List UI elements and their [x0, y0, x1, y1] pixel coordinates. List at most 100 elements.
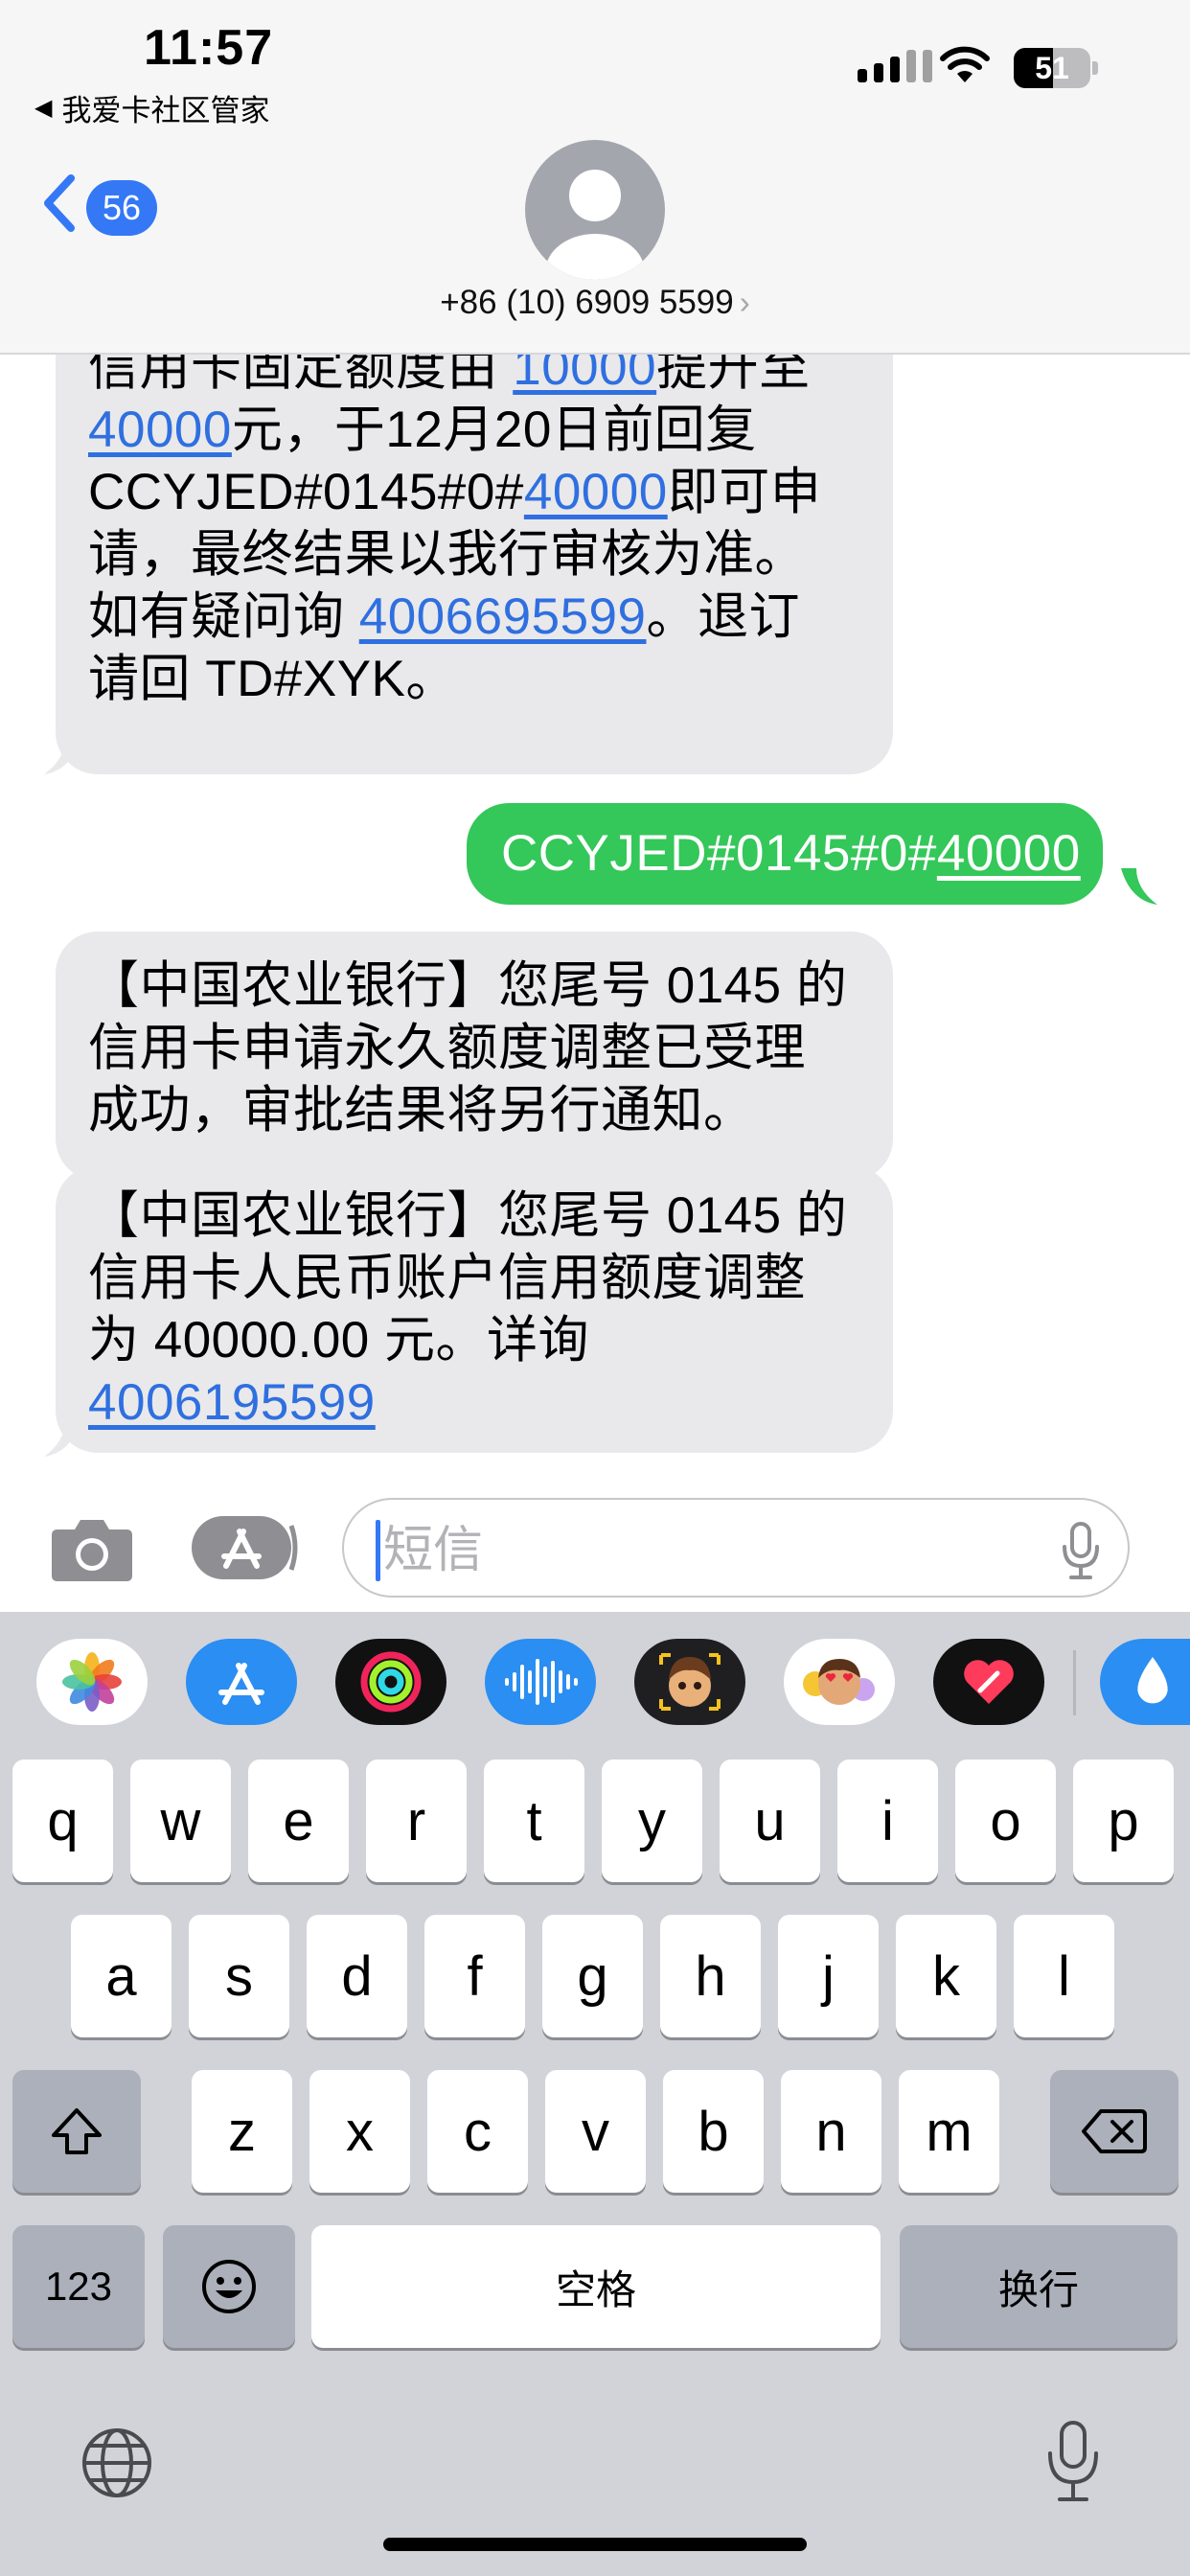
- globe-icon[interactable]: [79, 2425, 155, 2501]
- app-strip-divider: [1073, 1650, 1076, 1715]
- message-input-placeholder: 短信: [383, 1523, 484, 1578]
- key-c[interactable]: c: [427, 2070, 528, 2193]
- key-f[interactable]: f: [424, 1915, 525, 2037]
- battery-level: 51: [1035, 51, 1069, 85]
- key-u[interactable]: u: [720, 1760, 820, 1882]
- emoji-face-icon: [202, 2260, 256, 2313]
- key-n[interactable]: n: [781, 2070, 881, 2193]
- back-triangle-icon: ◀: [34, 95, 53, 121]
- key-i[interactable]: i: [837, 1760, 938, 1882]
- key-v[interactable]: v: [545, 2070, 646, 2193]
- message-text: 【中国农业银行】您尾号 0145 的: [88, 1187, 848, 1244]
- emoji-key[interactable]: [163, 2225, 295, 2348]
- key-r[interactable]: r: [366, 1760, 467, 1882]
- key-x[interactable]: x: [309, 2070, 410, 2193]
- message-line: 4006195599: [88, 1371, 860, 1434]
- key-k[interactable]: k: [896, 1915, 996, 2037]
- message-bubble-received[interactable]: 【中国农业银行】您尾号 0145 的信用卡申请永久额度调整已受理 成功，审批结果将…: [56, 932, 893, 1181]
- dictation-mic-icon[interactable]: [1062, 1522, 1100, 1581]
- key-t[interactable]: t: [484, 1760, 584, 1882]
- message-line: 信用卡人民币账户信用额度调整: [88, 1247, 860, 1309]
- message-line: 成功，审批结果将另行通知。: [88, 1079, 860, 1141]
- message-body: 尊敬的客户，您可将尾号 0145 的信用卡固定额度由 10000提升至40000…: [88, 295, 860, 710]
- key-q[interactable]: q: [12, 1760, 113, 1882]
- shift-arrow-icon: [52, 2108, 102, 2154]
- shift-key[interactable]: [12, 2070, 141, 2193]
- water-drop-icon[interactable]: [1100, 1639, 1190, 1725]
- message-text: 请回 TD#XYK。: [88, 651, 457, 707]
- key-j[interactable]: j: [778, 1915, 879, 2037]
- message-text: CCYJED#0145#0#: [88, 464, 524, 520]
- message-link[interactable]: 4006695599: [359, 588, 647, 645]
- keyboard-mic-icon[interactable]: [1044, 2419, 1102, 2505]
- key-y[interactable]: y: [602, 1760, 702, 1882]
- unread-count-badge[interactable]: 56: [86, 180, 157, 236]
- message-line: 为 40000.00 元。详询: [88, 1309, 860, 1371]
- message-text: 为 40000.00 元。详询: [88, 1312, 590, 1368]
- backspace-icon: [1082, 2109, 1147, 2153]
- space-key[interactable]: 空格: [311, 2225, 881, 2348]
- key-o[interactable]: o: [955, 1760, 1056, 1882]
- key-b[interactable]: b: [663, 2070, 764, 2193]
- message-text: 请，最终结果以我行审核为准。: [88, 526, 806, 583]
- key-g[interactable]: g: [542, 1915, 643, 2037]
- app-store-button-icon[interactable]: [192, 1514, 299, 1583]
- message-text: 信用卡人民币账户信用额度调整: [88, 1250, 806, 1306]
- memoji-icon[interactable]: [634, 1639, 745, 1725]
- message-bubble-sent[interactable]: CCYJED#0145#0#40000: [467, 803, 1103, 905]
- message-line: 【中国农业银行】您尾号 0145 的: [88, 954, 860, 1017]
- key-h[interactable]: h: [660, 1915, 761, 2037]
- status-time: 11:57: [144, 20, 274, 76]
- key-p[interactable]: p: [1073, 1760, 1174, 1882]
- bubble-tail: [1121, 868, 1157, 905]
- message-text: CCYJED#0145#0#: [501, 825, 937, 882]
- app-store-icon[interactable]: [186, 1639, 297, 1725]
- voice-memo-icon[interactable]: [485, 1639, 596, 1725]
- message-text: 。退订: [646, 588, 800, 645]
- message-text: 即可申: [667, 464, 822, 520]
- key-z[interactable]: z: [192, 2070, 292, 2193]
- message-line: CCYJED#0145#0#40000: [501, 803, 1103, 905]
- contact-avatar[interactable]: [525, 140, 665, 280]
- key-d[interactable]: d: [307, 1915, 407, 2037]
- camera-icon[interactable]: [48, 1514, 136, 1583]
- message-line: 信用卡申请永久额度调整已受理: [88, 1017, 860, 1079]
- delete-key[interactable]: [1050, 2070, 1179, 2193]
- message-text: 【中国农业银行】您尾号 0145 的: [88, 957, 848, 1014]
- back-chevron-icon[interactable]: [40, 174, 79, 232]
- message-text: 成功，审批结果将另行通知。: [88, 1082, 755, 1138]
- key-m[interactable]: m: [899, 2070, 999, 2193]
- message-line: 【中国农业银行】您尾号 0145 的: [88, 1184, 860, 1247]
- cellular-signal-icon: [858, 50, 932, 82]
- memoji-stickers-icon[interactable]: [784, 1639, 895, 1725]
- message-link[interactable]: 4006195599: [88, 1374, 376, 1431]
- bubble-tail: [44, 738, 80, 774]
- message-text: 元，于12月20日前回复: [231, 402, 757, 458]
- message-bubble-received[interactable]: 【中国农业银行】您尾号 0145 的信用卡人民币账户信用额度调整为 40000.…: [56, 1165, 893, 1453]
- bubble-tail: [44, 1420, 80, 1457]
- photos-icon[interactable]: [36, 1639, 148, 1725]
- key-l[interactable]: l: [1014, 1915, 1114, 2037]
- message-link[interactable]: 40000: [524, 464, 668, 520]
- home-indicator: [383, 2538, 807, 2551]
- return-key[interactable]: 换行: [900, 2225, 1178, 2348]
- key-e[interactable]: e: [248, 1760, 349, 1882]
- key-s[interactable]: s: [189, 1915, 289, 2037]
- fitness-icon[interactable]: [335, 1639, 446, 1725]
- message-line: 请回 TD#XYK。: [88, 648, 860, 710]
- message-link[interactable]: 40000: [88, 402, 232, 458]
- contact-name[interactable]: +86 (10) 6909 5599 ›: [0, 284, 1190, 322]
- message-line: CCYJED#0145#0#40000即可申: [88, 461, 860, 523]
- back-app-label: 我爱卡社区管家: [61, 94, 270, 127]
- numbers-key[interactable]: 123: [12, 2225, 145, 2348]
- digital-touch-icon[interactable]: [933, 1639, 1044, 1725]
- back-to-app-link[interactable]: ◀ 我爱卡社区管家: [34, 86, 269, 129]
- message-bubble-received[interactable]: 尊敬的客户，您可将尾号 0145 的信用卡固定额度由 10000提升至40000…: [56, 295, 893, 774]
- key-w[interactable]: w: [130, 1760, 231, 1882]
- message-text: 信用卡申请永久额度调整已受理: [88, 1020, 806, 1076]
- message-text: 如有疑问询: [88, 588, 359, 645]
- message-line: 如有疑问询 4006695599。退订: [88, 586, 860, 648]
- chevron-right-icon: ›: [739, 285, 750, 320]
- message-link[interactable]: 40000: [937, 825, 1081, 882]
- key-a[interactable]: a: [71, 1915, 172, 2037]
